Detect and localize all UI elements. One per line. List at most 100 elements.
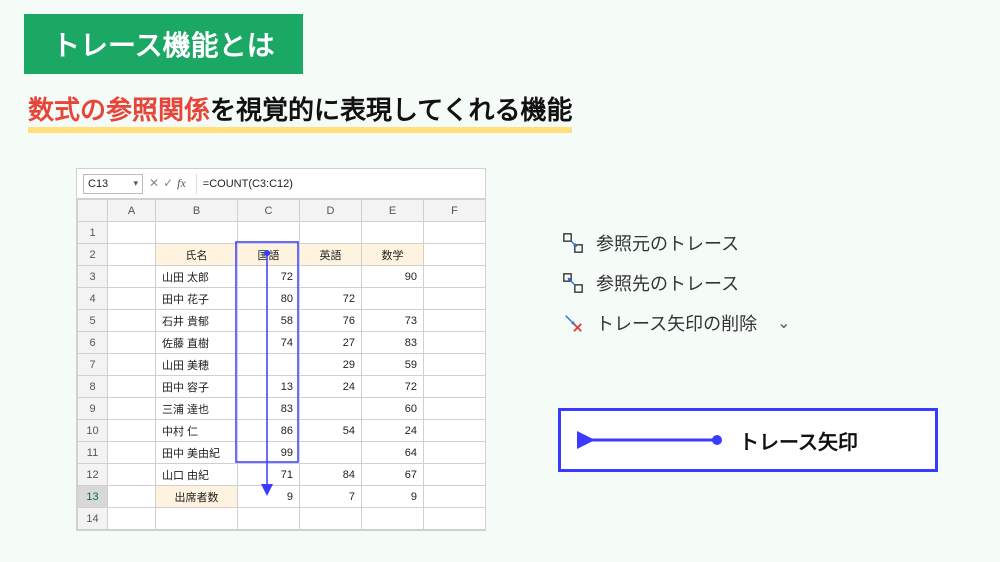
cell[interactable] — [300, 508, 362, 530]
cell[interactable] — [108, 266, 156, 288]
cell[interactable] — [108, 332, 156, 354]
remove-arrows-button[interactable]: トレース矢印の削除 ⌄ — [562, 310, 791, 336]
cell[interactable]: 田中 美由紀 — [156, 442, 238, 464]
cell[interactable]: 74 — [238, 332, 300, 354]
cell[interactable] — [424, 354, 486, 376]
corner-cell[interactable] — [78, 200, 108, 222]
cell[interactable]: 出席者数 — [156, 486, 238, 508]
cell[interactable] — [108, 442, 156, 464]
cell[interactable]: 71 — [238, 464, 300, 486]
cell[interactable]: 石井 貴郁 — [156, 310, 238, 332]
cancel-icon[interactable]: ✕ — [149, 176, 159, 191]
cell[interactable]: 中村 仁 — [156, 420, 238, 442]
col-header[interactable]: F — [424, 200, 486, 222]
cell[interactable] — [424, 244, 486, 266]
cell[interactable] — [108, 376, 156, 398]
cell[interactable]: 72 — [300, 288, 362, 310]
row-header[interactable]: 2 — [78, 244, 108, 266]
cell[interactable] — [424, 508, 486, 530]
cell[interactable]: 86 — [238, 420, 300, 442]
cell[interactable] — [238, 354, 300, 376]
cell[interactable] — [362, 508, 424, 530]
cell[interactable] — [424, 464, 486, 486]
cell[interactable] — [424, 222, 486, 244]
cell[interactable] — [156, 222, 238, 244]
cell[interactable]: 54 — [300, 420, 362, 442]
enter-icon[interactable]: ✓ — [163, 176, 173, 191]
cell[interactable] — [108, 244, 156, 266]
cell[interactable] — [424, 310, 486, 332]
cell[interactable] — [238, 222, 300, 244]
cell[interactable]: 山田 太郎 — [156, 266, 238, 288]
cell[interactable] — [108, 486, 156, 508]
cell[interactable]: 64 — [362, 442, 424, 464]
cell[interactable]: 76 — [300, 310, 362, 332]
cell[interactable] — [108, 508, 156, 530]
cell[interactable] — [108, 288, 156, 310]
cell[interactable]: 29 — [300, 354, 362, 376]
cell[interactable] — [424, 266, 486, 288]
row-header[interactable]: 10 — [78, 420, 108, 442]
row-header[interactable]: 12 — [78, 464, 108, 486]
cell[interactable] — [108, 464, 156, 486]
fx-icon[interactable]: fx — [177, 176, 186, 191]
cell[interactable]: 田中 容子 — [156, 376, 238, 398]
row-header[interactable]: 6 — [78, 332, 108, 354]
cell[interactable] — [300, 442, 362, 464]
row-header[interactable]: 9 — [78, 398, 108, 420]
chevron-down-icon[interactable]: ⌄ — [777, 313, 790, 333]
cell[interactable]: 90 — [362, 266, 424, 288]
cell[interactable] — [108, 398, 156, 420]
cell[interactable]: 田中 花子 — [156, 288, 238, 310]
cell[interactable]: 84 — [300, 464, 362, 486]
row-header[interactable]: 8 — [78, 376, 108, 398]
cell[interactable]: 英語 — [300, 244, 362, 266]
cell[interactable]: 58 — [238, 310, 300, 332]
trace-precedents-button[interactable]: 参照元のトレース — [562, 230, 791, 256]
cell[interactable]: 氏名 — [156, 244, 238, 266]
cell[interactable]: 83 — [238, 398, 300, 420]
cell[interactable]: 数学 — [362, 244, 424, 266]
cell[interactable] — [108, 420, 156, 442]
cell[interactable]: 80 — [238, 288, 300, 310]
row-header[interactable]: 1 — [78, 222, 108, 244]
cell[interactable] — [300, 398, 362, 420]
cell[interactable] — [424, 376, 486, 398]
col-header[interactable]: C — [238, 200, 300, 222]
cell[interactable]: 67 — [362, 464, 424, 486]
cell[interactable] — [424, 332, 486, 354]
cell[interactable] — [156, 508, 238, 530]
cell[interactable]: 59 — [362, 354, 424, 376]
cell[interactable]: 73 — [362, 310, 424, 332]
cell[interactable] — [108, 354, 156, 376]
cell[interactable] — [424, 398, 486, 420]
cell[interactable] — [238, 508, 300, 530]
cell[interactable] — [300, 266, 362, 288]
cell[interactable] — [424, 486, 486, 508]
col-header[interactable]: A — [108, 200, 156, 222]
cell[interactable] — [362, 222, 424, 244]
cell[interactable] — [108, 310, 156, 332]
cell[interactable]: 99 — [238, 442, 300, 464]
cell[interactable] — [300, 222, 362, 244]
col-header[interactable]: D — [300, 200, 362, 222]
cell[interactable]: 13 — [238, 376, 300, 398]
cell[interactable]: 24 — [300, 376, 362, 398]
col-header[interactable]: B — [156, 200, 238, 222]
row-header[interactable]: 3 — [78, 266, 108, 288]
cell[interactable]: 佐藤 直樹 — [156, 332, 238, 354]
cell[interactable]: 72 — [362, 376, 424, 398]
cell[interactable]: 国語 — [238, 244, 300, 266]
cell[interactable] — [424, 420, 486, 442]
cell[interactable] — [108, 222, 156, 244]
formula-bar[interactable]: =COUNT(C3:C12) — [196, 174, 479, 194]
row-header[interactable]: 4 — [78, 288, 108, 310]
trace-dependents-button[interactable]: 参照先のトレース — [562, 270, 791, 296]
col-header[interactable]: E — [362, 200, 424, 222]
row-header[interactable]: 5 — [78, 310, 108, 332]
cell[interactable]: 山口 由紀 — [156, 464, 238, 486]
cell[interactable]: 9 — [362, 486, 424, 508]
cell[interactable] — [362, 288, 424, 310]
cell[interactable]: 60 — [362, 398, 424, 420]
cell[interactable]: 72 — [238, 266, 300, 288]
